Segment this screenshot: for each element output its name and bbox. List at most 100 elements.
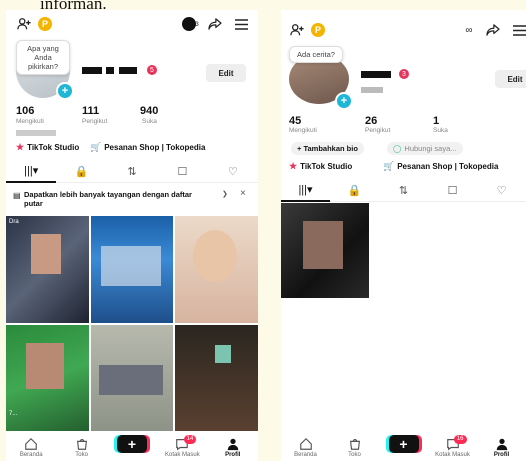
add-story-button[interactable]: +: [56, 82, 74, 100]
nav-profile[interactable]: Profil: [213, 437, 253, 461]
video-thumbnail[interactable]: [90, 324, 174, 431]
nav-profile[interactable]: Profil: [482, 437, 522, 461]
profile-screen-right: P ∞ Ada cerita? + 3 Edit 45 Mengikuti 26…: [281, 10, 526, 461]
pixelated-screen: [215, 344, 232, 363]
add-friend-icon[interactable]: [16, 16, 32, 32]
bookmark-icon: ☐: [177, 165, 188, 178]
username-redacted: [82, 67, 102, 74]
cart-icon: 🛒: [90, 142, 102, 152]
coin-icon[interactable]: P: [311, 23, 325, 37]
pixelated-face: [26, 342, 64, 389]
playlist-icon: ▤: [13, 191, 21, 200]
tiktok-studio-link[interactable]: ★ TikTok Studio: [289, 161, 352, 172]
nav-shop[interactable]: Toko: [62, 437, 102, 461]
studio-icon: ★: [16, 142, 25, 152]
create-button[interactable]: +: [388, 435, 419, 453]
video-thumbnail[interactable]: [175, 216, 258, 323]
add-bio-button[interactable]: + Tambahkan bio: [291, 142, 364, 155]
tab-videos[interactable]: |||▾: [6, 159, 57, 183]
shop-icon: [76, 439, 87, 450]
lock-icon: 🔒: [347, 184, 362, 197]
status-bubble[interactable]: Apa yang Anda pikirkan?: [16, 40, 70, 75]
menu-icon[interactable]: [233, 16, 249, 32]
grid-icon: |||▾: [24, 164, 39, 177]
chat-icon: ◯: [393, 144, 402, 153]
tab-private[interactable]: 🔒: [56, 160, 106, 182]
profile-icon: [496, 438, 507, 451]
contact-button[interactable]: ◯ Hubungi saya...: [387, 142, 463, 155]
video-thumbnail[interactable]: [90, 216, 174, 323]
views-count: 7...: [9, 410, 18, 417]
nav-shop[interactable]: Toko: [335, 437, 375, 461]
nav-inbox[interactable]: Kotak Masuk 14: [162, 435, 202, 461]
repost-icon: ⇅: [398, 184, 409, 197]
tab-reposts[interactable]: ⇅: [379, 179, 428, 201]
lock-icon: 🔒: [74, 165, 89, 178]
grid-icon: |||▾: [298, 183, 313, 196]
video-grid: Dra 7...: [6, 216, 258, 431]
following-count[interactable]: 106: [16, 105, 34, 117]
nav-create[interactable]: +: [384, 435, 424, 461]
share-icon[interactable]: [485, 22, 501, 38]
nav-home[interactable]: Beranda: [286, 437, 326, 461]
tab-videos[interactable]: |||▾: [281, 178, 330, 202]
cart-icon: 🛒: [383, 161, 395, 171]
coin-icon[interactable]: P: [38, 17, 52, 31]
bottom-nav: Beranda Toko + Kotak Masuk 16 Profil: [281, 431, 526, 461]
shop-icon: [349, 439, 360, 450]
nav-inbox[interactable]: Kotak Masuk 16: [433, 435, 473, 461]
followers-count[interactable]: 26: [365, 115, 377, 127]
bio-redacted: [16, 130, 56, 136]
nav-create[interactable]: +: [112, 435, 152, 461]
likes-label: Suka: [142, 118, 157, 125]
tiktok-studio-link[interactable]: ★ TikTok Studio: [16, 142, 79, 153]
pixelated-face: [193, 230, 238, 282]
menu-icon[interactable]: [511, 22, 526, 38]
followers-label: Pengikut: [365, 127, 391, 134]
tab-reposts[interactable]: ⇅: [107, 160, 157, 182]
video-thumbnail[interactable]: Dra: [6, 216, 89, 323]
add-friend-icon[interactable]: [289, 22, 305, 38]
chevron-right-icon[interactable]: ❯: [222, 190, 228, 198]
video-thumbnail[interactable]: 7...: [6, 324, 89, 431]
following-label: Mengikuti: [289, 127, 317, 134]
heart-icon: ♡: [496, 184, 507, 197]
following-label: Mengikuti: [16, 118, 44, 125]
tab-liked[interactable]: ♡: [477, 179, 526, 201]
followers-count[interactable]: 111: [82, 105, 99, 117]
likes-count: 1: [433, 115, 440, 127]
status-bubble[interactable]: Ada cerita?: [289, 46, 343, 63]
toggle-count: 33: [192, 22, 199, 28]
playlist-promo[interactable]: Dapatkan lebih banyak tayangan dengan da…: [24, 190, 204, 208]
edit-profile-button[interactable]: Edit: [495, 70, 526, 88]
edit-profile-button[interactable]: Edit: [206, 64, 246, 82]
likes-label: Suka: [433, 127, 448, 134]
handle-redacted: [361, 87, 383, 93]
bookmark-icon: ☐: [447, 184, 458, 197]
tab-saved[interactable]: ☐: [157, 160, 207, 182]
create-button[interactable]: +: [116, 435, 147, 453]
following-count[interactable]: 45: [289, 115, 301, 127]
notification-badge: 3: [399, 69, 409, 79]
shop-orders-link[interactable]: 🛒 Pesanan Shop | Tokopedia: [90, 142, 205, 153]
repost-icon: ⇅: [127, 165, 137, 178]
footprint-icon[interactable]: ∞: [461, 22, 477, 38]
heart-icon: ♡: [227, 165, 238, 178]
tab-liked[interactable]: ♡: [208, 160, 258, 182]
share-icon[interactable]: [207, 16, 223, 32]
add-story-button[interactable]: +: [335, 92, 353, 110]
thumb-label: Dra: [9, 219, 19, 225]
tab-private[interactable]: 🔒: [330, 179, 379, 201]
likes-count: 940: [140, 105, 159, 117]
profile-tabs: |||▾ 🔒 ⇅ ☐ ♡: [6, 160, 258, 183]
profile-screen-left: P 33 Apa yang Anda pikirkan? + 5 Edit 10…: [6, 10, 258, 461]
profile-tabs: |||▾ 🔒 ⇅ ☐ ♡: [281, 179, 526, 202]
tab-saved[interactable]: ☐: [428, 179, 477, 201]
close-icon[interactable]: ×: [240, 188, 246, 199]
nav-home[interactable]: Beranda: [11, 437, 51, 461]
pixelated-face: [31, 234, 61, 274]
shop-orders-link[interactable]: 🛒 Pesanan Shop | Tokopedia: [383, 161, 498, 172]
video-thumbnail[interactable]: [281, 203, 369, 298]
inbox-badge: 14: [183, 435, 197, 444]
video-thumbnail[interactable]: [175, 324, 258, 431]
